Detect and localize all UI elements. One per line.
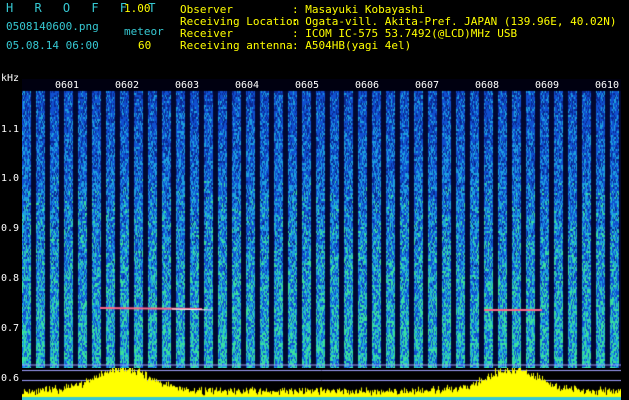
meteor-count: 60 xyxy=(138,39,152,52)
spectrogram: 0601 0602 0603 0604 0605 0606 0607 0608 … xyxy=(22,79,621,368)
datetime: 05.08.14 06:00 xyxy=(6,39,99,52)
y-tick-1-1: 1.1 xyxy=(1,124,20,135)
y-tick-0-8: 0.8 xyxy=(1,273,20,284)
filename: 0508140600.png xyxy=(6,20,99,33)
minute-label-0610: 0610 xyxy=(595,80,620,91)
minute-label-0601: 0601 xyxy=(55,80,80,91)
meteor-label: meteor xyxy=(124,25,164,38)
minute-label-0605: 0605 xyxy=(295,80,320,91)
minute-label-0609: 0609 xyxy=(535,80,560,91)
header-panel: H R O F F T 1.00 0508140600.png meteor 0… xyxy=(0,0,629,76)
info-label-antenna: Receiving antenna xyxy=(180,39,293,52)
minute-label-0608: 0608 xyxy=(475,80,500,91)
minute-label-0602: 0602 xyxy=(115,80,140,91)
minute-label-0603: 0603 xyxy=(175,80,200,91)
meteor-histogram xyxy=(22,368,621,400)
info-value-antenna: : A504HB(yagi 4el) xyxy=(292,39,412,52)
minute-label-0606: 0606 xyxy=(355,80,380,91)
app-version: 1.00 xyxy=(124,2,151,15)
y-tick-1-0: 1.0 xyxy=(1,173,20,184)
y-unit-label: kHz xyxy=(1,73,20,84)
minute-label-0607: 0607 xyxy=(415,80,440,91)
y-tick-0-9: 0.9 xyxy=(1,223,20,234)
y-tick-0-7: 0.7 xyxy=(1,323,20,334)
y-tick-0-6: 0.6 xyxy=(1,373,20,384)
spectrogram-canvas xyxy=(22,79,621,368)
minute-label-0604: 0604 xyxy=(235,80,260,91)
